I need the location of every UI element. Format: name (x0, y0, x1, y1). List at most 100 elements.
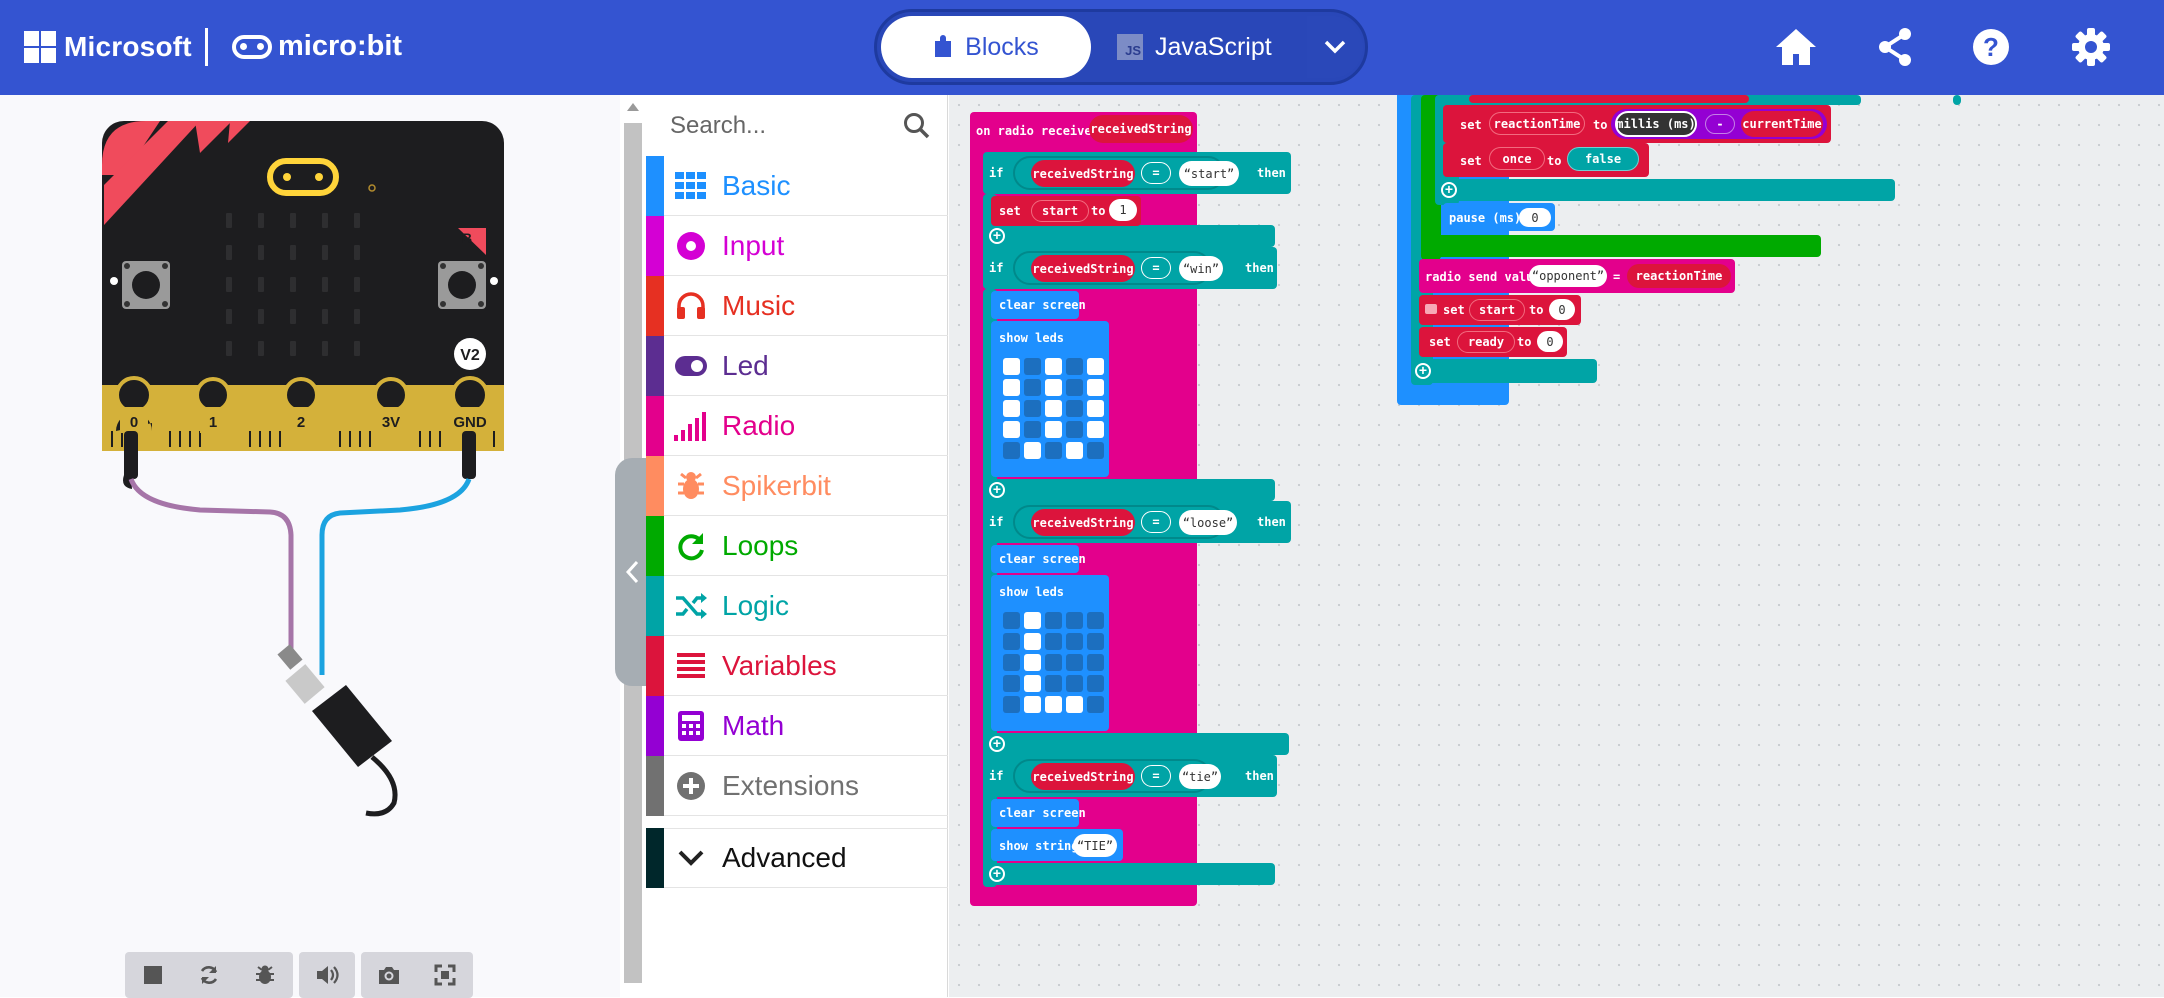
string-start[interactable]: “start” (1179, 161, 1239, 186)
received-string-var[interactable]: receivedString (1031, 509, 1135, 536)
share-button[interactable] (1872, 24, 1918, 70)
number-zero[interactable]: 0 (1537, 331, 1563, 352)
tab-javascript[interactable]: JS JavaScript (1107, 16, 1307, 78)
button-a[interactable] (122, 261, 170, 309)
restart-button[interactable] (181, 952, 237, 998)
reaction-time-var[interactable]: reactionTime (1627, 264, 1731, 288)
pin-2-label: 2 (297, 414, 305, 431)
microsoft-label: Microsoft (64, 31, 192, 62)
tab-blocks[interactable]: Blocks (881, 16, 1091, 78)
string-opponent[interactable]: “opponent” (1529, 265, 1607, 287)
debug-button[interactable] (237, 952, 293, 998)
string-tie[interactable]: “tie” (1179, 764, 1221, 789)
start-variable-dropdown[interactable]: start (1469, 299, 1525, 321)
toolbox-search (646, 95, 948, 155)
lines-icon (677, 652, 705, 678)
led-editor-win[interactable] (1003, 358, 1104, 459)
home-icon (1776, 29, 1816, 65)
received-string-var[interactable]: receivedString (1031, 763, 1135, 790)
grid-icon (675, 171, 706, 199)
search-input[interactable] (670, 109, 900, 143)
add-else-icon[interactable]: + (1441, 182, 1457, 198)
calculator-icon (678, 710, 704, 741)
received-string-var[interactable]: receivedString (1031, 160, 1135, 187)
microbit-face-icon (232, 34, 272, 59)
settings-button[interactable] (2068, 24, 2114, 70)
camera-icon (379, 967, 399, 984)
received-string-param[interactable]: receivedString (1089, 115, 1193, 143)
category-variables-label: Variables (722, 649, 837, 681)
false-dropdown[interactable]: false (1567, 147, 1639, 171)
category-spikerbit[interactable]: Spikerbit (646, 455, 948, 516)
category-music[interactable]: Music (646, 275, 948, 336)
if-win-footer (983, 479, 1275, 501)
category-logic[interactable]: Logic (646, 575, 948, 636)
collapse-simulator-button[interactable] (615, 458, 649, 686)
equals-operator[interactable]: = (1141, 162, 1171, 184)
reaction-time-dropdown[interactable]: reactionTime (1489, 112, 1585, 135)
show-leds-label: show leds (999, 331, 1065, 345)
microbit-logo[interactable]: micro:bit (232, 30, 402, 63)
stop-button[interactable] (125, 952, 181, 998)
comment-icon[interactable] (1425, 304, 1437, 314)
category-loops[interactable]: Loops (646, 515, 948, 576)
millis-block[interactable]: millis (ms) (1615, 111, 1697, 137)
simulator-toolbar (125, 952, 473, 998)
equals-operator[interactable]: = (1141, 511, 1171, 533)
version-badge: V2 (460, 347, 480, 364)
number-one[interactable]: 1 (1109, 199, 1137, 221)
screenshot-button[interactable] (361, 952, 417, 998)
blocks-workspace[interactable]: on radio received receivedString if rece… (949, 95, 2164, 997)
category-input[interactable]: Input (646, 215, 948, 276)
show-string-label: show string (999, 839, 1079, 853)
button-b[interactable] (438, 261, 486, 309)
category-advanced[interactable]: Advanced (646, 828, 948, 888)
add-else-icon[interactable]: + (989, 482, 1005, 498)
pin-1-label: 1 (209, 414, 217, 431)
chevron-left-icon (625, 560, 639, 584)
category-variables[interactable]: Variables (646, 635, 948, 696)
category-radio[interactable]: Radio (646, 395, 948, 456)
home-button[interactable] (1773, 24, 1819, 70)
string-tie-text[interactable]: “TIE” (1073, 834, 1117, 857)
sim-controls-group (125, 952, 293, 998)
category-basic[interactable]: Basic (646, 155, 948, 216)
category-extensions-label: Extensions (722, 769, 859, 801)
microsoft-logo[interactable]: Microsoft (24, 31, 192, 63)
pause-value[interactable]: 0 (1519, 208, 1551, 227)
add-else-icon[interactable]: + (989, 228, 1005, 244)
stop-icon (144, 966, 162, 984)
category-led[interactable]: Led (646, 335, 948, 396)
help-button[interactable]: ? (1968, 24, 2014, 70)
microbit-board[interactable]: A B V2 (0, 95, 620, 915)
string-win[interactable]: “win” (1179, 256, 1223, 281)
language-dropdown-button[interactable] (1307, 16, 1363, 78)
equals-operator[interactable]: = (1141, 765, 1171, 787)
set-keyword: set (1460, 154, 1482, 168)
search-icon[interactable] (902, 111, 932, 141)
start-variable-dropdown[interactable]: start (1031, 200, 1089, 222)
headphone-wires (123, 431, 476, 817)
once-dropdown[interactable]: once (1489, 147, 1545, 170)
scroll-up-arrow-icon[interactable] (627, 103, 639, 111)
category-extensions[interactable]: Extensions (646, 755, 948, 816)
minus-operator[interactable]: - (1705, 114, 1735, 134)
offscreen-if-top (1953, 95, 1961, 105)
ready-variable-dropdown[interactable]: ready (1457, 331, 1515, 353)
received-string-var[interactable]: receivedString (1031, 255, 1135, 282)
led-editor-loose[interactable] (1003, 612, 1104, 713)
shuffle-icon (676, 592, 707, 619)
fullscreen-button[interactable] (417, 952, 473, 998)
category-input-label: Input (722, 229, 785, 261)
category-math[interactable]: Math (646, 695, 948, 756)
pin-gnd-label: GND (453, 414, 487, 431)
number-zero[interactable]: 0 (1549, 299, 1575, 320)
pin-0-label: 0 (130, 414, 138, 431)
mute-button[interactable] (299, 952, 355, 998)
current-time-variable[interactable]: currentTime (1741, 111, 1823, 137)
add-else-icon[interactable]: + (989, 736, 1005, 752)
string-loose[interactable]: “loose” (1179, 510, 1237, 535)
equals-operator[interactable]: = (1141, 257, 1171, 279)
add-else-icon[interactable]: + (989, 866, 1005, 882)
add-else-icon[interactable]: + (1415, 363, 1431, 379)
